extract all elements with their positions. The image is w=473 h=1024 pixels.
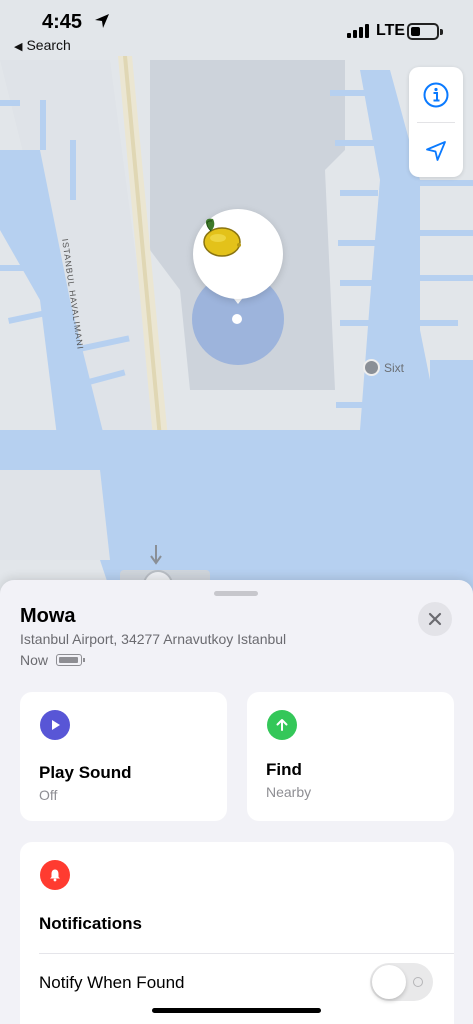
home-indicator[interactable] <box>152 1008 321 1013</box>
location-arrow-icon <box>426 140 446 161</box>
poi-label: Sixt <box>384 360 405 375</box>
notify-when-found-toggle[interactable] <box>370 963 433 1001</box>
item-address: Istanbul Airport, 34277 Arnavutkoy Istan… <box>20 631 287 647</box>
play-sound-title: Play Sound <box>39 763 132 782</box>
divider <box>39 953 454 954</box>
item-name: Mowa <box>20 605 76 627</box>
location-arrow-icon <box>95 14 109 28</box>
poi-sixt[interactable]: Sixt <box>363 359 404 376</box>
map-view[interactable]: ISTANBUL HAVALIMANI Sixt <box>0 0 473 620</box>
clock: 4:45 <box>42 11 83 33</box>
info-icon <box>423 82 449 107</box>
play-sound-card[interactable]: Play Sound Off <box>20 692 227 821</box>
item-pin[interactable] <box>193 209 283 299</box>
car-rental-icon <box>363 359 380 376</box>
network-type: LTE <box>376 22 406 39</box>
find-nearby-card[interactable]: Find Nearby <box>247 692 454 821</box>
toggle-off-indicator <box>413 977 423 987</box>
track-location-button[interactable] <box>409 123 463 178</box>
play-sound-status: Off <box>39 787 58 803</box>
last-seen-row: Now <box>20 652 86 668</box>
map-controls <box>409 67 463 177</box>
close-icon <box>428 612 442 626</box>
notifications-card: Notifications Notify When Found <box>20 842 454 1024</box>
battery-icon <box>407 23 443 40</box>
item-detail-sheet: Mowa Istanbul Airport, 34277 Arnavutkoy … <box>0 580 473 1024</box>
play-icon <box>40 710 70 740</box>
back-triangle-icon: ◀ <box>14 41 23 53</box>
sheet-grabber[interactable] <box>214 591 258 596</box>
find-subtitle: Nearby <box>266 784 312 800</box>
find-title: Find <box>266 760 302 779</box>
notifications-title: Notifications <box>39 914 142 933</box>
item-battery-icon <box>56 654 86 666</box>
cellular-signal-icon <box>347 24 369 38</box>
arrow-up-icon <box>267 710 297 740</box>
last-seen-text: Now <box>20 652 49 668</box>
toggle-knob <box>372 965 406 999</box>
close-button[interactable] <box>418 602 452 636</box>
back-label: Search <box>26 37 71 53</box>
bell-icon <box>40 860 70 890</box>
status-bar: 4:45 ◀ Search LTE <box>0 0 473 56</box>
location-dot <box>232 314 242 324</box>
back-to-search-link[interactable]: ◀ Search <box>14 37 71 53</box>
notify-when-found-label: Notify When Found <box>39 973 185 992</box>
map-info-button[interactable] <box>409 67 463 122</box>
lemon-icon <box>203 218 241 257</box>
